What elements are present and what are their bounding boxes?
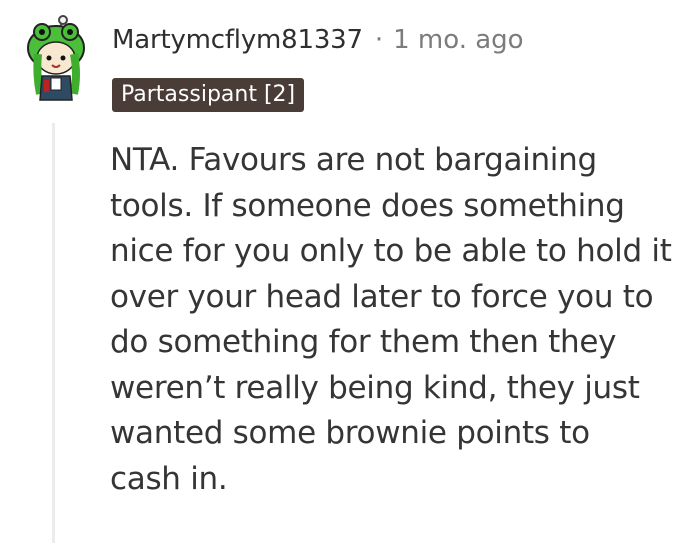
comment-body: NTA. Favours are not bargaining tools. I… xyxy=(110,138,698,502)
meta-separator: · xyxy=(374,25,384,55)
comment-body-line: do something for them then they xyxy=(110,324,617,360)
comment-body-line: cash in. xyxy=(110,460,228,497)
comment-body-line: nice for you only to be able to hold it xyxy=(110,233,672,269)
comment-header: Martymcflym81337 · 1 mo. ago xyxy=(112,25,524,55)
comment-body-line: weren’t really being kind, they just xyxy=(110,369,640,406)
timestamp-link[interactable]: 1 mo. ago xyxy=(393,25,523,55)
comment-body-line: wanted some brownie points to xyxy=(110,415,590,451)
comment-body-line: over your head later to force you to xyxy=(110,278,654,315)
comment-body-line: NTA. Favours are not bargaining xyxy=(110,142,597,178)
username-link[interactable]: Martymcflym81337 xyxy=(112,25,363,55)
comment-body-line: tools. If someone does something xyxy=(110,187,625,224)
thread-collapse-line[interactable] xyxy=(52,123,55,543)
avatar[interactable] xyxy=(20,14,92,106)
snoo-avatar-icon xyxy=(27,15,85,101)
comment: Martymcflym81337 · 1 mo. ago Partassipan… xyxy=(0,0,700,543)
user-flair-badge: Partassipant [2] xyxy=(112,78,305,112)
